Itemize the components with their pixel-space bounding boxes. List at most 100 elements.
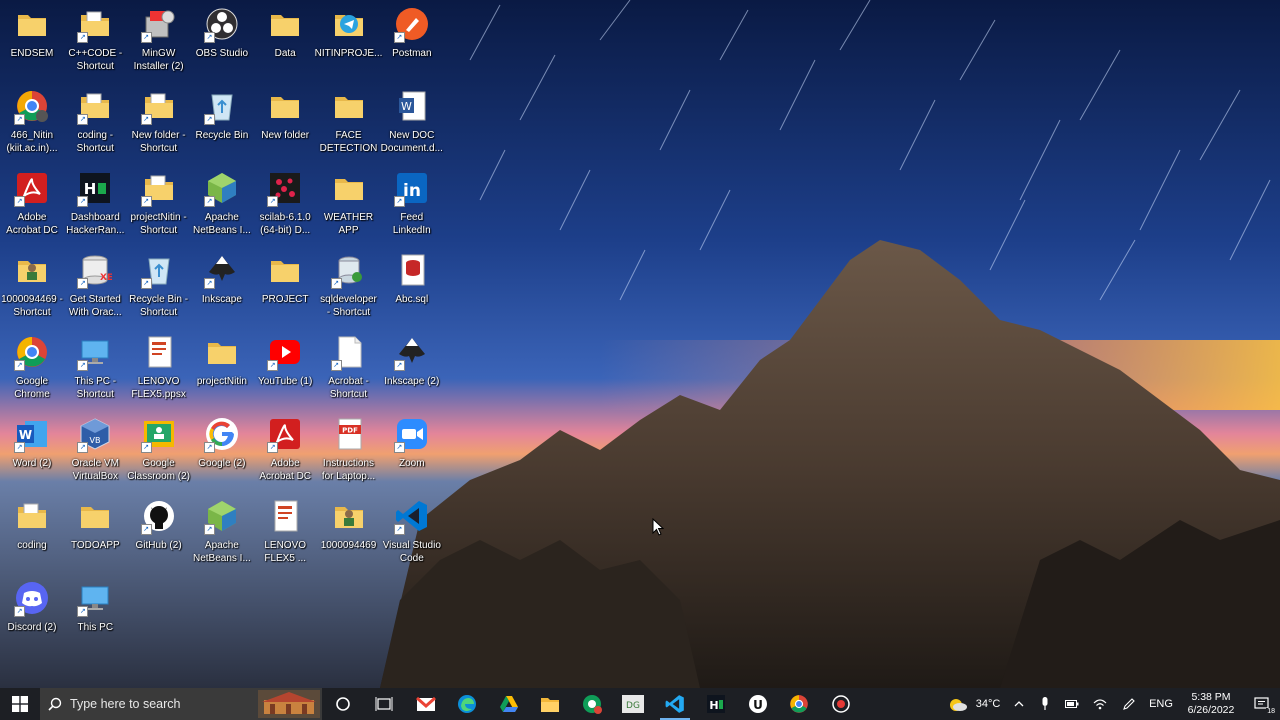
desktop-icon-label: Acrobat - Shortcut <box>328 376 369 400</box>
desktop-icon-abc-sql[interactable]: Abc.sql <box>380 250 444 332</box>
desktop-icon-sqldeveloper-shortcut[interactable]: ↗ sqldeveloper - Shortcut <box>317 250 381 332</box>
hackerrank-taskbar-taskbar-button[interactable]: H <box>696 688 738 720</box>
start-button[interactable] <box>0 688 40 720</box>
pen-icon[interactable] <box>1114 688 1144 720</box>
desktop-icon-apache-netbeans-i[interactable]: ↗ Apache NetBeans I... <box>190 496 254 578</box>
desktop-icon-scilab-6-1-0-64-bit-d[interactable]: ↗ scilab-6.1.0 (64-bit) D... <box>253 168 317 250</box>
desktop-icon-lenovo-flex5-ppsx[interactable]: LENOVO FLEX5.ppsx <box>127 332 191 414</box>
desktop-icon-this-pc-shortcut[interactable]: ↗ This PC - Shortcut <box>63 332 127 414</box>
desktop-icon-word-2[interactable]: W ↗ Word (2) <box>0 414 64 496</box>
desktop-icon-project[interactable]: PROJECT <box>253 250 317 332</box>
desktop-icon-label: Instructions for Laptop... <box>321 458 376 482</box>
desktop-icon-youtube-1[interactable]: ↗ YouTube (1) <box>253 332 317 414</box>
weather-temperature[interactable]: 34°C <box>970 688 1006 720</box>
desktop-icon-feed-linkedin[interactable]: in ↗ Feed LinkedIn <box>380 168 444 250</box>
clock[interactable]: 5:38 PM 6/26/2022 <box>1178 688 1244 720</box>
gmail-taskbar-button[interactable] <box>405 688 447 720</box>
edge-taskbar-button[interactable] <box>447 688 489 720</box>
task-view-taskbar-button[interactable] <box>364 688 406 720</box>
desktop-icon-mingw-installer-2[interactable]: ↗ MinGW Installer (2) <box>127 4 191 86</box>
desktop-icon-instructions-for-laptop[interactable]: PDF Instructions for Laptop... <box>317 414 381 496</box>
vscode-taskbar-taskbar-button[interactable] <box>654 688 696 720</box>
desktop-icon-google-classroom-2[interactable]: ↗ Google Classroom (2) <box>127 414 191 496</box>
desktop-icon-label: OBS Studio <box>195 48 249 59</box>
google-drive-taskbar-button[interactable] <box>488 688 530 720</box>
search-placeholder: Type here to search <box>70 697 181 711</box>
desktop-icon-466-nitin-kiit-ac-in[interactable]: ↗ 466_Nitin (kiit.ac.in)... <box>0 86 64 168</box>
desktop-icon-obs-studio[interactable]: ↗ OBS Studio <box>190 4 254 86</box>
desktop-icon-recycle-bin[interactable]: ↗ Recycle Bin <box>190 86 254 168</box>
thispc-icon: ↗ <box>75 578 115 618</box>
desktop-icon-discord-2[interactable]: ↗ Discord (2) <box>0 578 64 660</box>
hackerrank-taskbar-icon: H <box>707 695 726 713</box>
battery-icon[interactable] <box>1058 688 1086 720</box>
desktop-icon-dashboard-hackerran[interactable]: H ↗ Dashboard HackerRan... <box>63 168 127 250</box>
task-view-icon <box>375 696 393 712</box>
chevron-up-icon[interactable] <box>1006 688 1032 720</box>
desktop-icon-github-2[interactable]: ↗ GitHub (2) <box>127 496 191 578</box>
system-tray: 34°C ENG 5:38 PM 6/26/2022 18 <box>946 688 1280 720</box>
desktop-icon-postman[interactable]: ↗ Postman <box>380 4 444 86</box>
desktop-icon-lenovo-flex5[interactable]: LENOVO FLEX5 ... <box>253 496 317 578</box>
shortcut-arrow-icon: ↗ <box>393 360 405 371</box>
desktop-icon-1000094469-shortcut[interactable]: 1000094469 - Shortcut <box>0 250 64 332</box>
desktop-icon-get-started-with-orac[interactable]: XE ↗ Get Started With Orac... <box>63 250 127 332</box>
google-drive-icon <box>499 695 519 713</box>
desktop-icon-todoapp[interactable]: TODOAPP <box>63 496 127 578</box>
desktop-icon-adobe-acrobat-dc[interactable]: ↗ Adobe Acrobat DC <box>0 168 64 250</box>
desktop-icon-new-folder[interactable]: New folder <box>253 86 317 168</box>
desktop-icon-projectnitin-shortcut[interactable]: ↗ projectNitin - Shortcut <box>127 168 191 250</box>
taskbar-search-box[interactable]: Type here to search <box>40 688 322 720</box>
desktop-icon-nitinproje[interactable]: NITINPROJE... <box>315 4 382 86</box>
shortcut-arrow-icon: ↗ <box>393 524 405 535</box>
shortcut-arrow-icon: ↗ <box>14 442 25 453</box>
desktop-icon-endsem[interactable]: ENDSEM <box>0 4 64 86</box>
desktop-icon-c-code-shortcut[interactable]: ↗ C++CODE - Shortcut <box>63 4 127 86</box>
desktop-icon-recycle-bin-shortcut[interactable]: ↗ Recycle Bin - Shortcut <box>127 250 191 332</box>
desktop-icon-coding-shortcut[interactable]: ↗ coding - Shortcut <box>63 86 127 168</box>
chrome-badge-taskbar-button[interactable] <box>571 688 613 720</box>
desktop-icon-face-detection[interactable]: FACE DETECTION <box>317 86 381 168</box>
desktop-icon-coding[interactable]: coding <box>0 496 64 578</box>
desktop-icon-google-2[interactable]: ↗ Google (2) <box>190 414 254 496</box>
desktop-icon-label: sqldeveloper - Shortcut <box>320 294 377 318</box>
desktop-icon-label: Recycle Bin - Shortcut <box>129 294 189 318</box>
taskbar: Type here to search DG H U 34°C ENG 5:38… <box>0 688 1280 720</box>
desktop-icon-new-folder-shortcut[interactable]: ↗ New folder - Shortcut <box>127 86 191 168</box>
desktop-icon-data[interactable]: Data <box>253 4 317 86</box>
desktop-icon-inkscape[interactable]: ↗ Inkscape <box>190 250 254 332</box>
chrome-taskbar-taskbar-button[interactable] <box>779 688 821 720</box>
desktop-icon-visual-studio-code[interactable]: ↗ Visual Studio Code <box>380 496 444 578</box>
u-app-taskbar-button[interactable]: U <box>737 688 779 720</box>
wifi-icon[interactable] <box>1086 688 1114 720</box>
shortcut-arrow-icon: ↗ <box>267 360 279 371</box>
notification-count-badge: 18 <box>1266 708 1276 715</box>
desktop-icon-projectnitin[interactable]: projectNitin <box>190 332 254 414</box>
desktop-icon-google-chrome[interactable]: ↗ Google Chrome <box>0 332 64 414</box>
folder-person-icon <box>12 250 52 290</box>
desktop-icon-adobe-acrobat-dc[interactable]: ↗ Adobe Acrobat DC <box>253 414 317 496</box>
desktop-icon-oracle-vm-virtualbox[interactable]: VB ↗ Oracle VM VirtualBox <box>63 414 127 496</box>
app-dg-taskbar-button[interactable]: DG <box>613 688 655 720</box>
desktop-icon-acrobat-shortcut[interactable]: ↗ Acrobat - Shortcut <box>317 332 381 414</box>
desktop-icon-weather-app[interactable]: WEATHER APP <box>317 168 381 250</box>
file-explorer-taskbar-button[interactable] <box>530 688 572 720</box>
desktop-icon-this-pc[interactable]: ↗ This PC <box>63 578 127 660</box>
input-language[interactable]: ENG <box>1144 688 1178 720</box>
desktop-icon-zoom[interactable]: ↗ Zoom <box>380 414 444 496</box>
desktop-icon-1000094469[interactable]: 1000094469 <box>317 496 381 578</box>
shortcut-arrow-icon: ↗ <box>267 442 279 453</box>
desktop-icon-new-doc-document-d[interactable]: W New DOC Document.d... <box>380 86 444 168</box>
file-explorer-icon <box>540 695 560 713</box>
notification-center-button[interactable]: 18 <box>1244 688 1280 720</box>
weather-icon[interactable] <box>946 688 970 720</box>
desktop-icon-inkscape-2[interactable]: ↗ Inkscape (2) <box>380 332 444 414</box>
desktop-icon-label: GitHub (2) <box>135 540 182 551</box>
svg-text:W: W <box>401 100 412 113</box>
recorder-taskbar-button[interactable] <box>820 688 862 720</box>
desktop-icon-label: WEATHER APP <box>323 212 374 236</box>
microphone-icon[interactable] <box>1032 688 1058 720</box>
desktop-icon-apache-netbeans-i[interactable]: ↗ Apache NetBeans I... <box>190 168 254 250</box>
svg-text:in: in <box>403 181 421 201</box>
cortana-taskbar-button[interactable] <box>322 688 364 720</box>
